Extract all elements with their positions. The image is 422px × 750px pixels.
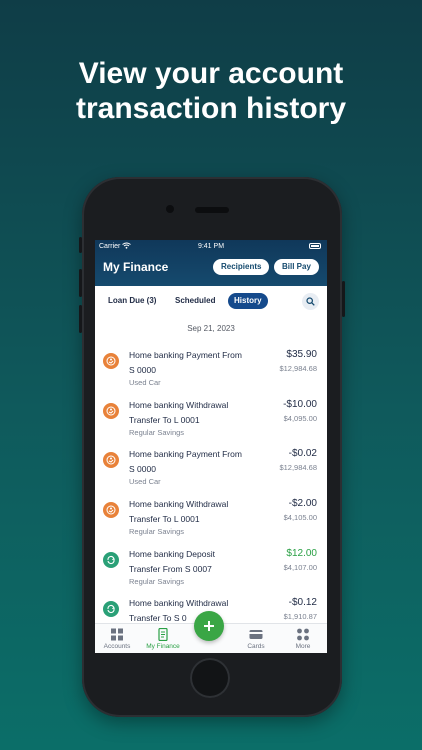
transaction-line1: Home banking Payment From (129, 350, 242, 360)
transaction-line1: Home banking Withdrawal (129, 400, 229, 410)
nav-accounts-label: Accounts (103, 643, 131, 650)
transaction-line2: Transfer From S 0007 (129, 564, 212, 574)
silent-switch (79, 237, 82, 253)
transaction-description: Home banking Withdrawal Transfer To L 000… (129, 398, 269, 428)
transaction-account: Regular Savings (129, 527, 185, 536)
bill-pay-button[interactable]: Bill Pay (274, 259, 319, 275)
tab-loan-due[interactable]: Loan Due (3) (102, 293, 162, 309)
nav-accounts[interactable]: Accounts (95, 628, 142, 650)
transaction-line1: Home banking Deposit (129, 549, 215, 559)
date-header: Sep 21, 2023 (187, 324, 235, 333)
nav-my-finance[interactable]: My Finance (138, 628, 188, 650)
volume-up-button (79, 269, 82, 297)
phone-frame: Carrier 9:41 PM My Finance Recipients Bi… (79, 177, 345, 717)
power-button (342, 281, 345, 317)
recipients-button[interactable]: Recipients (213, 259, 270, 275)
headline: View your account transaction history (0, 56, 422, 126)
battery-icon (309, 243, 321, 249)
transaction-amount: $12.00 (286, 548, 317, 559)
cycle-arrows-icon (103, 552, 119, 568)
transaction-balance: $12,984.68 (279, 364, 317, 373)
hand-coin-icon (103, 403, 119, 419)
headline-line-1: View your account (78, 57, 344, 90)
transaction-amount: -$2.00 (288, 498, 317, 509)
credit-card-icon (249, 630, 263, 639)
hand-coin-icon (103, 502, 119, 518)
hand-coin-icon (103, 452, 119, 468)
volume-down-button (79, 305, 82, 333)
transaction-amount: $35.90 (286, 349, 317, 360)
front-camera (166, 205, 174, 213)
transaction-row[interactable]: Home banking Deposit Transfer From S 0007… (95, 546, 327, 596)
nav-my-finance-label: My Finance (146, 643, 180, 650)
transaction-account: Used Car (129, 378, 161, 387)
page-title: My Finance (103, 260, 169, 274)
transaction-line2: S 0000 (129, 464, 156, 474)
home-button[interactable] (190, 658, 230, 698)
transaction-description: Home banking Withdrawal Transfer To L 000… (129, 497, 269, 527)
tab-scheduled[interactable]: Scheduled (169, 293, 221, 309)
transaction-line1: Home banking Payment From (129, 449, 242, 459)
search-button[interactable] (302, 293, 319, 310)
transaction-row[interactable]: Home banking Payment From S 0000 Used Car… (95, 347, 327, 397)
cycle-arrows-icon (103, 601, 119, 617)
transaction-amount: -$0.12 (288, 597, 317, 608)
transaction-balance: $1,910.87 (283, 612, 317, 621)
plus-icon (204, 621, 214, 631)
transaction-balance: $4,105.00 (283, 513, 317, 522)
status-bar: Carrier 9:41 PM (95, 240, 327, 254)
search-icon (306, 297, 315, 306)
grid-icon (111, 628, 123, 641)
app-header: Carrier 9:41 PM My Finance Recipients Bi… (95, 240, 327, 286)
transaction-account: Regular Savings (129, 428, 185, 437)
nav-cards-label: Cards (247, 643, 265, 650)
add-button[interactable] (194, 611, 224, 641)
headline-line-2: transaction history (75, 92, 347, 125)
transaction-amount: -$10.00 (283, 399, 317, 410)
transaction-line2: Transfer To S 0 (129, 613, 187, 623)
nav-more-label: More (295, 643, 311, 650)
transaction-row[interactable]: Home banking Withdrawal Transfer To L 000… (95, 496, 327, 546)
transaction-row[interactable]: Home banking Payment From S 0000 Used Car… (95, 446, 327, 496)
nav-more[interactable]: More (278, 628, 327, 650)
tab-bar: Loan Due (3) Scheduled History (95, 286, 327, 314)
dots-grid-icon (297, 628, 309, 641)
transaction-row[interactable]: Home banking Withdrawal Transfer To L 000… (95, 397, 327, 447)
transaction-amount: -$0.02 (288, 448, 317, 459)
receipt-icon (158, 628, 168, 641)
transaction-description: Home banking Payment From S 0000 (129, 348, 269, 378)
nav-cards[interactable]: Cards (231, 628, 281, 650)
transaction-line2: Transfer To L 0001 (129, 415, 200, 425)
transaction-balance: $12,984.68 (279, 463, 317, 472)
earpiece-speaker (195, 207, 229, 213)
transaction-account: Used Car (129, 477, 161, 486)
transaction-line1: Home banking Withdrawal (129, 598, 229, 608)
hand-coin-icon (103, 353, 119, 369)
transaction-description: Home banking Deposit Transfer From S 0007 (129, 547, 269, 577)
transaction-line2: S 0000 (129, 365, 156, 375)
transaction-line2: Transfer To L 0001 (129, 514, 200, 524)
transaction-balance: $4,095.00 (283, 414, 317, 423)
transaction-description: Home banking Payment From S 0000 (129, 447, 269, 477)
transaction-line1: Home banking Withdrawal (129, 499, 229, 509)
tab-history[interactable]: History (228, 293, 268, 309)
status-time: 9:41 PM (197, 243, 225, 250)
transaction-balance: $4,107.00 (283, 563, 317, 572)
transaction-account: Regular Savings (129, 577, 185, 586)
phone-screen: Carrier 9:41 PM My Finance Recipients Bi… (95, 240, 327, 653)
